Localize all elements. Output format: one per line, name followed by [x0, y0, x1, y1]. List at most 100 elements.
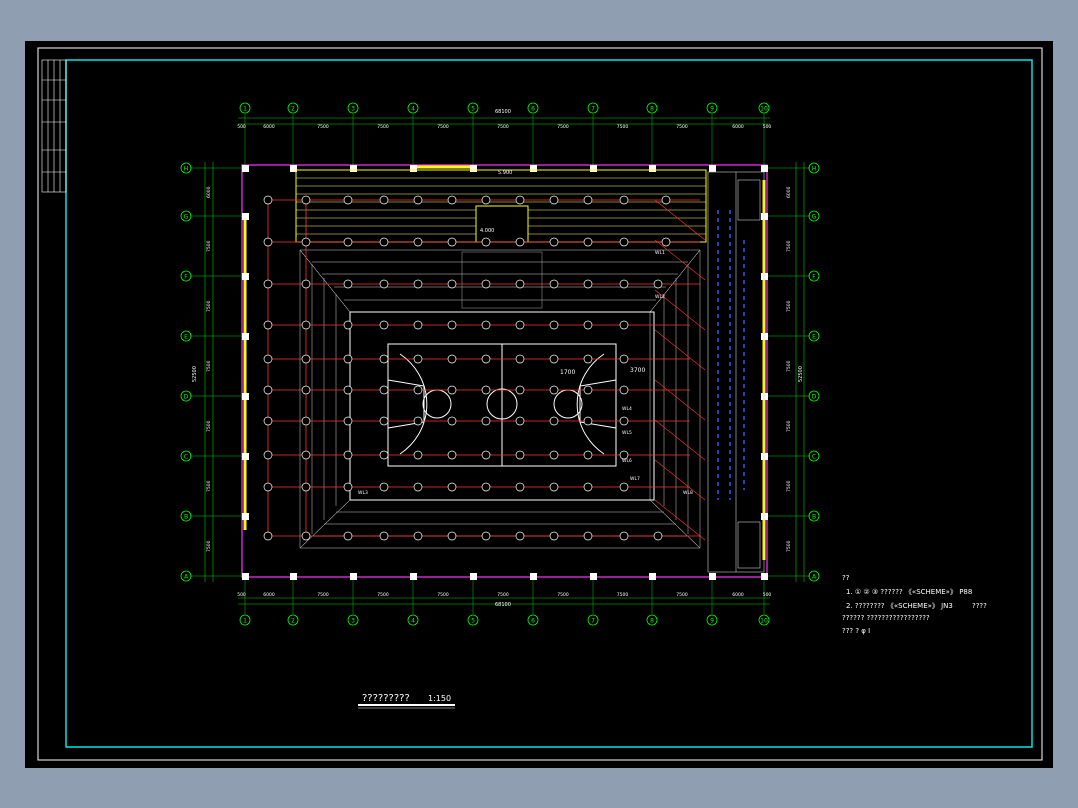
light-fixture-symbol [583, 482, 593, 492]
light-fixture-symbol [515, 320, 525, 330]
axis-label-col: 1 [243, 618, 247, 625]
notes-line-3: ?????? ????????????????? [842, 614, 930, 622]
circuit-tag: WL5 [622, 430, 632, 436]
axis-label-col: 2 [291, 618, 295, 625]
dim-text: 6000 [263, 592, 275, 598]
court-dim-b: 3700 [630, 367, 645, 374]
light-fixture-symbol [343, 482, 353, 492]
light-fixture-symbol [583, 237, 593, 247]
light-fixture-symbol [481, 385, 491, 395]
structural-column [242, 573, 249, 580]
structural-column [761, 333, 768, 340]
light-fixture-symbol [413, 531, 423, 541]
light-fixture-symbol [447, 385, 457, 395]
dim-text-vertical: 7500 [786, 540, 792, 552]
light-fixture-symbol [619, 531, 629, 541]
axis-label-col: 4 [411, 618, 415, 625]
light-fixture-symbol [301, 320, 311, 330]
dim-text: 7500 [437, 592, 449, 598]
axis-label-col: 1 [243, 106, 247, 113]
light-fixture-symbol [379, 195, 389, 205]
dim-text-vertical: 7500 [206, 420, 212, 432]
dim-text: 7500 [676, 592, 688, 598]
light-fixture-symbol [413, 279, 423, 289]
light-fixture-symbol [301, 482, 311, 492]
light-fixture-symbol [301, 279, 311, 289]
circuit-tag: WL1 [655, 250, 665, 256]
structural-column [242, 393, 249, 400]
structural-column [470, 165, 477, 172]
light-fixture-symbol [583, 385, 593, 395]
light-fixture-symbol [619, 237, 629, 247]
light-fixture-symbol [583, 195, 593, 205]
light-fixture-symbol [413, 385, 423, 395]
structural-column [761, 453, 768, 460]
light-fixture-symbol [481, 279, 491, 289]
light-fixture-symbol [343, 450, 353, 460]
axis-label-col: 9 [710, 106, 714, 113]
light-fixture-symbol [379, 450, 389, 460]
light-fixture-symbol [301, 354, 311, 364]
notes-line-2b: ???? [972, 602, 987, 610]
light-fixture-symbol [619, 279, 629, 289]
dim-text-vertical: 7500 [206, 240, 212, 252]
light-fixture-symbol [515, 195, 525, 205]
light-fixture-symbol [343, 320, 353, 330]
total-height-left: 52500 [192, 366, 198, 382]
circuit-tag: WL8 [683, 490, 693, 496]
dim-text-vertical: 7500 [786, 240, 792, 252]
light-fixture-symbol [619, 385, 629, 395]
light-fixture-symbol [583, 279, 593, 289]
structural-column [242, 165, 249, 172]
structural-column [761, 513, 768, 520]
light-fixture-symbol [481, 354, 491, 364]
court-dim-a: 1700 [560, 369, 575, 376]
total-height-right: 52500 [798, 366, 804, 382]
light-fixture-symbol [263, 195, 273, 205]
dim-text-vertical: 7500 [206, 360, 212, 372]
light-fixture-symbol [263, 482, 273, 492]
light-fixture-symbol [447, 279, 457, 289]
light-fixture-symbol [515, 450, 525, 460]
axis-label-row: E [184, 334, 188, 341]
light-fixture-symbol [515, 237, 525, 247]
structural-column [410, 573, 417, 580]
structural-column [590, 573, 597, 580]
light-fixture-symbol [343, 531, 353, 541]
light-fixture-symbol [301, 385, 311, 395]
light-fixture-symbol [481, 531, 491, 541]
light-fixture-symbol [447, 531, 457, 541]
light-fixture-symbol [379, 354, 389, 364]
light-fixture-symbol [549, 385, 559, 395]
axis-label-col: 6 [531, 106, 535, 113]
light-fixture-symbol [619, 450, 629, 460]
light-fixture-symbol [447, 237, 457, 247]
axis-label-row: B [184, 514, 188, 521]
structural-column [242, 453, 249, 460]
light-fixture-symbol [619, 354, 629, 364]
dim-text-vertical: 7500 [786, 300, 792, 312]
light-fixture-symbol [583, 531, 593, 541]
light-fixture-symbol [481, 482, 491, 492]
dim-text: 7500 [377, 124, 389, 130]
axis-label-col: 5 [471, 618, 475, 625]
total-width-top: 68100 [495, 109, 511, 115]
dim-text-vertical: 7500 [786, 420, 792, 432]
axis-label-col: 3 [351, 106, 355, 113]
structural-column [350, 573, 357, 580]
dim-text: 500 [763, 124, 772, 130]
light-fixture-symbol [343, 385, 353, 395]
light-fixture-symbol [549, 237, 559, 247]
light-fixture-symbol [263, 320, 273, 330]
axis-label-row: C [812, 454, 816, 461]
light-fixture-symbol [481, 237, 491, 247]
light-fixture-symbol [661, 237, 671, 247]
structural-column [761, 393, 768, 400]
light-fixture-symbol [379, 385, 389, 395]
axis-label-row: H [184, 166, 189, 173]
notes-line-2: 2. ???????? 《«SCHEME»》 JN3 [846, 602, 953, 610]
notes-line-1: 1. ① ② ③ ?????? 《«SCHEME»》 P88 [846, 588, 972, 596]
notes-heading: ?? [842, 574, 850, 582]
light-fixture-symbol [263, 450, 273, 460]
axis-label-row: D [812, 394, 817, 401]
